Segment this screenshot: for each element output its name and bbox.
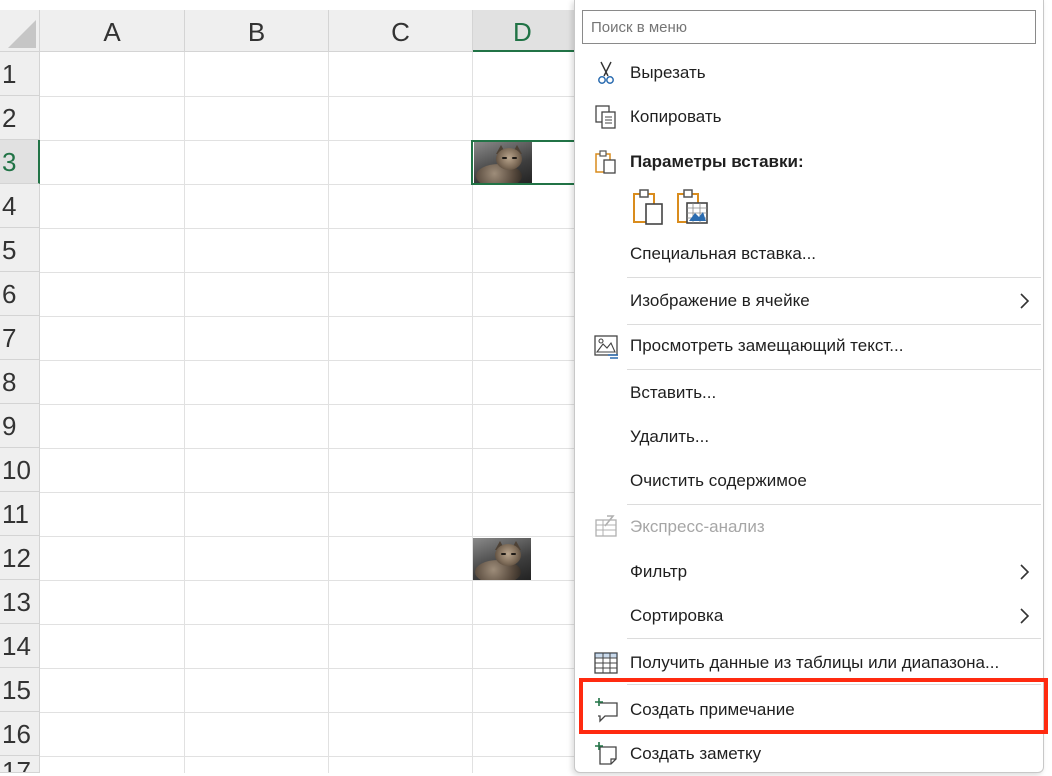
column-header-c[interactable]: C bbox=[329, 10, 473, 52]
row-header-10[interactable]: 10 bbox=[0, 448, 40, 492]
menu-item-image-in-cell[interactable]: Изображение в ячейке bbox=[575, 279, 1043, 323]
menu-item-label: Вставить... bbox=[630, 383, 717, 402]
menu-item-paste-special[interactable]: Специальная вставка... bbox=[575, 232, 1043, 276]
menu-item-label: Изображение в ячейке bbox=[630, 291, 810, 310]
row-header-14[interactable]: 14 bbox=[0, 624, 40, 668]
menu-item-label: Вырезать bbox=[630, 63, 706, 82]
menu-separator bbox=[627, 638, 1041, 639]
menu-item-label: Экспресс-анализ bbox=[630, 517, 765, 536]
copy-icon bbox=[595, 105, 616, 129]
column-header-b[interactable]: B bbox=[185, 10, 329, 52]
menu-item-label: Фильтр bbox=[630, 562, 688, 581]
row-header-1[interactable]: 1 bbox=[0, 52, 40, 96]
row-header-3[interactable]: 3 bbox=[0, 140, 40, 184]
table-icon bbox=[594, 652, 618, 674]
column-header-d[interactable]: D bbox=[473, 10, 577, 52]
menu-separator bbox=[627, 369, 1041, 370]
cat-image-d12[interactable] bbox=[473, 538, 531, 580]
menu-item-clear-contents[interactable]: Очистить содержимое bbox=[575, 459, 1043, 503]
select-all-corner[interactable] bbox=[0, 10, 40, 52]
menu-item-sort[interactable]: Сортировка bbox=[575, 594, 1043, 638]
menu-item-copy[interactable]: Копировать bbox=[575, 95, 1043, 139]
menu-item-alt-text[interactable]: Просмотреть замещающий текст... bbox=[575, 324, 1043, 368]
highlight-box bbox=[579, 678, 1048, 734]
menu-item-label: Параметры вставки: bbox=[630, 152, 804, 171]
menu-item-label: Очистить содержимое bbox=[630, 471, 807, 490]
row-header-15[interactable]: 15 bbox=[0, 668, 40, 712]
column-header-a[interactable]: A bbox=[40, 10, 185, 52]
row-header-6[interactable]: 6 bbox=[0, 272, 40, 316]
row-header-13[interactable]: 13 bbox=[0, 580, 40, 624]
context-menu: Вырезать Копировать Параметры вставки: bbox=[574, 0, 1044, 773]
row-header-11[interactable]: 11 bbox=[0, 492, 40, 536]
row-header-7[interactable]: 7 bbox=[0, 316, 40, 360]
paste-icon[interactable] bbox=[631, 188, 667, 226]
chevron-right-icon bbox=[1020, 293, 1030, 309]
menu-item-quick-analysis: Экспресс-анализ bbox=[575, 505, 1043, 549]
scissors-icon bbox=[598, 61, 614, 84]
menu-item-filter[interactable]: Фильтр bbox=[575, 550, 1043, 594]
menu-item-label: Копировать bbox=[630, 107, 722, 126]
row-header-12[interactable]: 12 bbox=[0, 536, 40, 580]
row-header-16[interactable]: 16 bbox=[0, 712, 40, 756]
paste-options-row bbox=[575, 186, 1043, 228]
new-note-icon bbox=[595, 742, 617, 765]
menu-item-new-note[interactable]: Создать заметку bbox=[575, 732, 1043, 776]
row-header-5[interactable]: 5 bbox=[0, 228, 40, 272]
menu-item-paste-options: Параметры вставки: bbox=[575, 140, 1043, 184]
row-header-17[interactable]: 17 bbox=[0, 756, 40, 773]
row-header-8[interactable]: 8 bbox=[0, 360, 40, 404]
chevron-right-icon bbox=[1020, 564, 1030, 580]
row-header-9[interactable]: 9 bbox=[0, 404, 40, 448]
menu-item-insert[interactable]: Вставить... bbox=[575, 371, 1043, 415]
menu-item-label: Удалить... bbox=[630, 427, 710, 446]
menu-item-label: Сортировка bbox=[630, 606, 724, 625]
menu-search-input[interactable] bbox=[582, 10, 1036, 44]
chevron-right-icon bbox=[1020, 608, 1030, 624]
quick-analysis-icon bbox=[595, 515, 617, 537]
clipboard-icon bbox=[595, 150, 616, 174]
menu-item-label: Создать заметку bbox=[630, 744, 762, 763]
row-header-2[interactable]: 2 bbox=[0, 96, 40, 140]
alt-text-icon bbox=[594, 335, 618, 359]
menu-separator bbox=[627, 277, 1041, 278]
selected-cell-d3[interactable] bbox=[471, 140, 577, 185]
menu-item-cut[interactable]: Вырезать bbox=[575, 51, 1043, 95]
menu-item-label: Специальная вставка... bbox=[630, 244, 817, 263]
paste-picture-icon[interactable] bbox=[675, 188, 711, 226]
row-header-4[interactable]: 4 bbox=[0, 184, 40, 228]
menu-item-delete[interactable]: Удалить... bbox=[575, 415, 1043, 459]
menu-item-label: Просмотреть замещающий текст... bbox=[630, 336, 904, 355]
